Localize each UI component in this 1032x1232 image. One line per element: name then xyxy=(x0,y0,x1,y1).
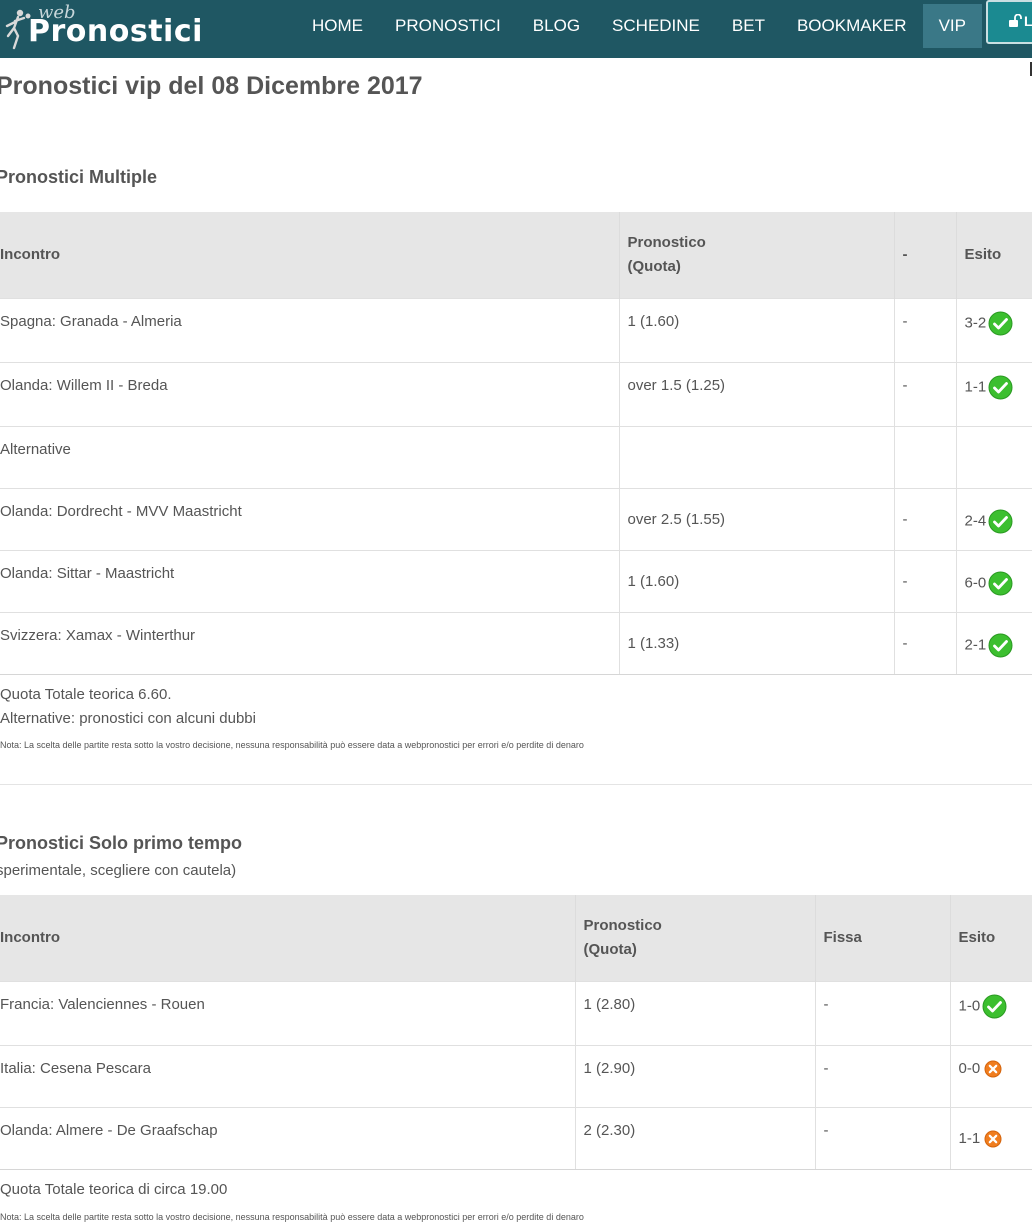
nav-home[interactable]: HOME xyxy=(296,4,379,48)
nav-schedine[interactable]: SCHEDINE xyxy=(596,4,716,48)
col-esito: Esito xyxy=(950,895,1032,981)
esito-score: 1-1 xyxy=(964,377,987,395)
incontro-cell: Olanda: Dordrecht - MVV Maastricht xyxy=(0,487,620,550)
main-nav: HOME PRONOSTICI BLOG SCHEDINE BET BOOKMA… xyxy=(296,4,982,48)
table-row: Olanda: Dordrecht - MVV Maastricht over … xyxy=(0,487,1032,550)
check-icon xyxy=(988,311,1013,335)
primo-tempo-table: Incontro Pronostico (Quota) Fissa Esito … xyxy=(0,895,1032,1170)
table-row: Francia: Valenciennes - Rouen 1 (2.80) -… xyxy=(0,980,1032,1045)
incontro-cell: Alternative xyxy=(0,425,620,488)
nav-bookmaker[interactable]: BOOKMAKER xyxy=(781,4,923,48)
esito-cell xyxy=(956,425,1032,488)
incontro-cell: Svizzera: Xamax - Winterthur xyxy=(0,611,620,675)
pronostico-cell: over 1.5 (1.25) xyxy=(619,361,895,426)
col-pronostico: Pronostico (Quota) xyxy=(619,212,895,298)
login-label: L xyxy=(1024,13,1032,29)
table-row: Spagna: Granada - Almeria 1 (1.60) - 3-2 xyxy=(0,297,1032,362)
primo-tempo-title: Pronostici Solo primo tempo xyxy=(0,833,243,853)
extra-cell: - xyxy=(815,980,951,1045)
esito-score: 2-1 xyxy=(964,635,987,653)
incontro-cell: Italia: Cesena Pescara xyxy=(0,1044,576,1107)
incontro-cell: Olanda: Sittar - Maastricht xyxy=(0,549,620,612)
check-icon xyxy=(988,571,1013,595)
col-incontro: Incontro xyxy=(0,212,620,298)
col-pronostico-label: Pronostico (Quota) xyxy=(627,233,706,275)
esito-score: 1-0 xyxy=(958,996,981,1014)
col-incontro: Incontro xyxy=(0,895,576,981)
incontro-cell: Olanda: Almere - De Graafschap xyxy=(0,1106,576,1170)
top-navbar: web Pronostici HOME PRONOSTICI BLOG SCHE… xyxy=(0,0,1032,58)
extra-cell: - xyxy=(894,297,957,362)
extra-cell: - xyxy=(894,549,957,612)
pronostico-cell xyxy=(619,425,895,488)
table-row: Svizzera: Xamax - Winterthur 1 (1.33) - … xyxy=(0,611,1032,675)
esito-cell: 1-0 xyxy=(950,980,1032,1045)
esito-score: 3-2 xyxy=(964,313,987,331)
disclaimer: Nota: La scelta delle partite resta sott… xyxy=(0,1212,584,1222)
esito-cell: 1-1 xyxy=(950,1106,1032,1170)
pronostico-cell: 1 (2.90) xyxy=(575,1044,816,1107)
unlock-icon xyxy=(1009,14,1022,27)
table-row: Olanda: Almere - De Graafschap 2 (2.30) … xyxy=(0,1106,1032,1170)
col-pronostico: Pronostico (Quota) xyxy=(575,895,816,981)
primo-tempo-total: Quota Totale teorica di circa 19.00 xyxy=(0,1181,228,1198)
col-esito: Esito xyxy=(956,212,1032,298)
cross-icon xyxy=(984,1130,1002,1148)
multiple-table: Incontro Pronostico (Quota) - Esito Spag… xyxy=(0,212,1032,675)
extra-cell: - xyxy=(894,487,957,550)
section-divider xyxy=(0,784,1032,785)
esito-cell: 2-4 xyxy=(956,487,1032,550)
extra-cell xyxy=(894,425,957,488)
disclaimer: Nota: La scelta delle partite resta sott… xyxy=(0,740,584,750)
extra-cell: - xyxy=(815,1106,951,1170)
alternative-note: Alternative: pronostici con alcuni dubbi xyxy=(0,710,256,727)
col-pronostico-label: Pronostico (Quota) xyxy=(583,916,662,958)
site-logo[interactable]: web Pronostici xyxy=(2,0,202,58)
extra-cell: - xyxy=(894,361,957,426)
login-button[interactable]: L xyxy=(986,0,1032,44)
esito-score: 2-4 xyxy=(964,511,987,529)
pronostico-cell: over 2.5 (1.55) xyxy=(619,487,895,550)
pronostico-cell: 1 (2.80) xyxy=(575,980,816,1045)
page-title: Pronostici vip del 08 Dicembre 2017 xyxy=(0,72,423,100)
logo-brand-text: Pronostici xyxy=(28,14,203,49)
multiple-total: Quota Totale teorica 6.60. xyxy=(0,686,172,703)
table-row: Olanda: Sittar - Maastricht 1 (1.60) - 6… xyxy=(0,549,1032,612)
check-icon xyxy=(988,633,1013,657)
pronostico-cell: 1 (1.60) xyxy=(619,297,895,362)
esito-score: 0-0 xyxy=(958,1059,981,1077)
check-icon xyxy=(988,509,1013,533)
table-row: Italia: Cesena Pescara 1 (2.90) - 0-0 xyxy=(0,1044,1032,1107)
table-row: Alternative xyxy=(0,425,1032,488)
primo-tempo-subtitle: sperimentale, scegliere con cautela) xyxy=(0,862,237,879)
table-row: Olanda: Willem II - Breda over 1.5 (1.25… xyxy=(0,361,1032,426)
pronostico-cell: 2 (2.30) xyxy=(575,1106,816,1170)
multiple-section-title: Pronostici Multiple xyxy=(0,167,158,187)
nav-vip[interactable]: VIP xyxy=(922,4,982,48)
esito-cell: 6-0 xyxy=(956,549,1032,612)
esito-cell: 0-0 xyxy=(950,1044,1032,1107)
cross-icon xyxy=(984,1060,1002,1078)
pronostico-cell: 1 (1.60) xyxy=(619,549,895,612)
check-icon xyxy=(982,994,1007,1018)
esito-score: 6-0 xyxy=(964,573,987,591)
extra-cell: - xyxy=(894,611,957,675)
incontro-cell: Francia: Valenciennes - Rouen xyxy=(0,980,576,1045)
col-fissa: Fissa xyxy=(815,895,951,981)
extra-cell: - xyxy=(815,1044,951,1107)
col-dash: - xyxy=(894,212,957,298)
nav-pronostici[interactable]: PRONOSTICI xyxy=(379,4,517,48)
esito-cell: 1-1 xyxy=(956,361,1032,426)
incontro-cell: Spagna: Granada - Almeria xyxy=(0,297,620,362)
check-icon xyxy=(988,375,1013,399)
esito-cell: 2-1 xyxy=(956,611,1032,675)
esito-score: 1-1 xyxy=(958,1129,981,1147)
incontro-cell: Olanda: Willem II - Breda xyxy=(0,361,620,426)
nav-bet[interactable]: BET xyxy=(716,4,781,48)
pronostico-cell: 1 (1.33) xyxy=(619,611,895,675)
esito-cell: 3-2 xyxy=(956,297,1032,362)
nav-blog[interactable]: BLOG xyxy=(517,4,596,48)
